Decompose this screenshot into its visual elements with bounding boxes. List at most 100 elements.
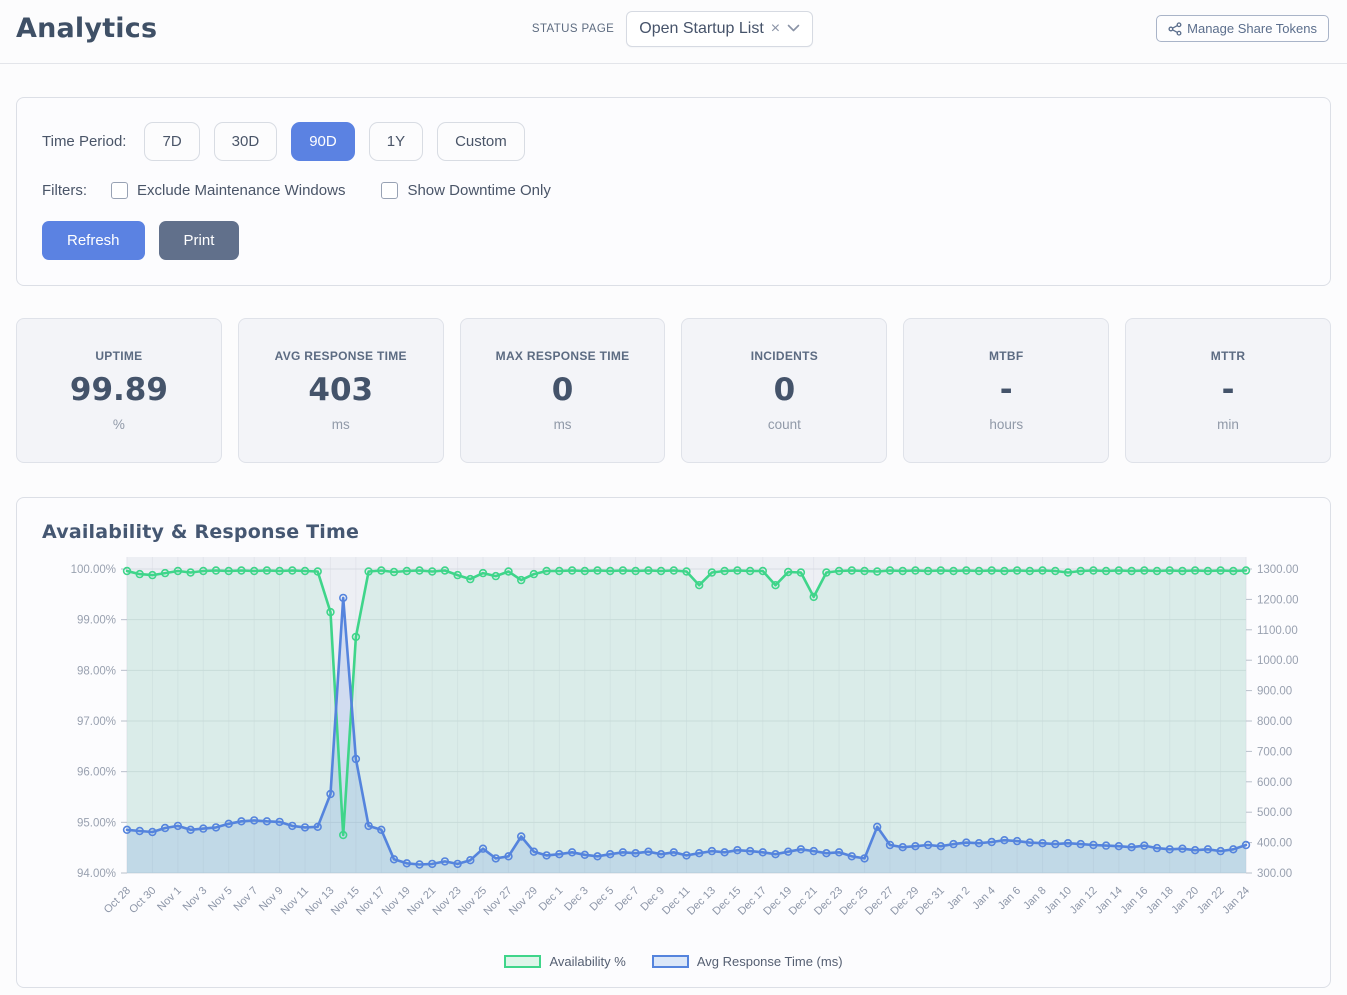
time-period-button-90d[interactable]: 90D [291, 122, 355, 161]
filter-panel: Time Period: 7D 30D 90D 1Y Custom Filter… [16, 97, 1331, 286]
status-page-label: STATUS PAGE [532, 23, 614, 35]
stat-label: MTTR [1211, 349, 1246, 363]
svg-text:Dec 5: Dec 5 [588, 885, 617, 914]
stat-label: UPTIME [95, 349, 142, 363]
svg-text:800.00: 800.00 [1257, 716, 1292, 728]
filters-label: Filters: [42, 182, 87, 199]
stat-label: MTBF [989, 349, 1024, 363]
chart-title: Availability & Response Time [42, 521, 1305, 543]
svg-text:Jan 10: Jan 10 [1042, 885, 1074, 917]
chart-svg: 94.00%95.00%96.00%97.00%98.00%99.00%100.… [42, 555, 1308, 947]
stat-unit: min [1217, 417, 1239, 432]
svg-text:Oct 28: Oct 28 [102, 885, 133, 916]
svg-text:700.00: 700.00 [1257, 746, 1292, 758]
svg-text:99.00%: 99.00% [77, 615, 116, 627]
checkbox-show-downtime[interactable]: Show Downtime Only [381, 182, 550, 199]
chart-legend: Availability % Avg Response Time (ms) [42, 954, 1305, 973]
chevron-down-icon [787, 24, 800, 33]
svg-text:Jan 20: Jan 20 [1169, 885, 1201, 917]
legend-label: Avg Response Time (ms) [697, 954, 843, 969]
svg-text:Jan 4: Jan 4 [970, 885, 998, 913]
share-icon [1168, 22, 1182, 36]
svg-text:Jan 6: Jan 6 [996, 885, 1024, 913]
svg-text:95.00%: 95.00% [77, 817, 116, 829]
stat-label: INCIDENTS [751, 349, 818, 363]
stat-card-avg-response: AVG RESPONSE TIME 403 ms [238, 318, 444, 463]
status-page-value: Open Startup List [639, 20, 764, 38]
svg-text:500.00: 500.00 [1257, 807, 1292, 819]
stat-unit: % [113, 417, 125, 432]
stat-value: - [1222, 372, 1235, 408]
svg-text:Nov 1: Nov 1 [155, 885, 184, 914]
svg-text:1000.00: 1000.00 [1257, 655, 1299, 667]
status-page-group: STATUS PAGE Open Startup List × [532, 11, 813, 47]
svg-text:Jan 16: Jan 16 [1119, 885, 1151, 917]
legend-item: Avg Response Time (ms) [652, 954, 843, 969]
stat-value: 0 [774, 372, 796, 408]
svg-text:Nov 7: Nov 7 [231, 885, 260, 914]
stat-card-incidents: INCIDENTS 0 count [681, 318, 887, 463]
checkbox-label: Exclude Maintenance Windows [137, 182, 345, 199]
stat-label: MAX RESPONSE TIME [496, 349, 630, 363]
clear-icon[interactable]: × [770, 21, 781, 37]
manage-share-tokens-button[interactable]: Manage Share Tokens [1156, 15, 1329, 42]
page-header: Analytics STATUS PAGE Open Startup List … [0, 0, 1347, 64]
svg-text:1100.00: 1100.00 [1257, 625, 1298, 637]
svg-text:Dec 31: Dec 31 [914, 885, 947, 918]
time-period-button-1y[interactable]: 1Y [369, 122, 423, 161]
stat-unit: count [768, 417, 801, 432]
svg-text:Oct 30: Oct 30 [127, 885, 158, 916]
legend-label: Availability % [549, 954, 625, 969]
stat-value: - [1000, 372, 1013, 408]
page-title: Analytics [16, 13, 157, 44]
svg-text:96.00%: 96.00% [77, 767, 116, 779]
time-period-button-30d[interactable]: 30D [214, 122, 278, 161]
legend-swatch-icon [504, 955, 541, 968]
chart-panel: Availability & Response Time 94.00% 95.00… [16, 497, 1331, 988]
availability-response-chart: 94.00%95.00%96.00%97.00%98.00%99.00%100.… [42, 555, 1305, 952]
time-period-label: Time Period: [42, 133, 126, 150]
svg-text:Nov 5: Nov 5 [206, 885, 235, 914]
checkbox-icon[interactable] [381, 182, 398, 199]
manage-share-tokens-label: Manage Share Tokens [1187, 21, 1317, 36]
svg-text:Jan 14: Jan 14 [1093, 885, 1125, 917]
svg-text:Jan 18: Jan 18 [1144, 885, 1176, 917]
svg-text:Dec 1: Dec 1 [537, 885, 566, 914]
svg-text:Jan 2: Jan 2 [945, 885, 973, 913]
svg-text:1200.00: 1200.00 [1257, 594, 1299, 606]
refresh-button[interactable]: Refresh [42, 221, 145, 260]
time-period-button-7d[interactable]: 7D [144, 122, 199, 161]
stat-value: 403 [308, 372, 373, 408]
svg-text:97.00%: 97.00% [77, 716, 116, 728]
svg-text:Dec 3: Dec 3 [562, 885, 591, 914]
stat-unit: ms [332, 417, 350, 432]
print-button[interactable]: Print [159, 221, 240, 260]
svg-text:300.00: 300.00 [1257, 868, 1292, 880]
legend-swatch-icon [652, 955, 689, 968]
svg-text:98.00%: 98.00% [77, 665, 116, 677]
status-page-select[interactable]: Open Startup List × [626, 11, 813, 47]
stat-value: 0 [552, 372, 574, 408]
svg-text:1300.00: 1300.00 [1257, 564, 1299, 576]
svg-text:400.00: 400.00 [1257, 838, 1292, 850]
svg-text:Dec 7: Dec 7 [613, 885, 642, 914]
svg-text:600.00: 600.00 [1257, 777, 1292, 789]
svg-text:94.00%: 94.00% [77, 868, 116, 880]
stat-unit: ms [554, 417, 572, 432]
stat-unit: hours [989, 417, 1023, 432]
svg-text:Jan 22: Jan 22 [1195, 885, 1227, 917]
checkbox-label: Show Downtime Only [407, 182, 550, 199]
svg-text:Jan 24: Jan 24 [1220, 885, 1252, 917]
legend-item: Availability % [504, 954, 625, 969]
stat-value: 99.89 [70, 372, 168, 408]
svg-text:Nov 3: Nov 3 [181, 885, 210, 914]
stat-card-mtbf: MTBF - hours [903, 318, 1109, 463]
time-period-button-custom[interactable]: Custom [437, 122, 525, 161]
stat-card-uptime: UPTIME 99.89 % [16, 318, 222, 463]
stat-label: AVG RESPONSE TIME [275, 349, 407, 363]
stat-card-mttr: MTTR - min [1125, 318, 1331, 463]
svg-text:Nov 29: Nov 29 [507, 885, 540, 918]
stat-card-max-response: MAX RESPONSE TIME 0 ms [460, 318, 666, 463]
checkbox-icon[interactable] [111, 182, 128, 199]
checkbox-exclude-maintenance[interactable]: Exclude Maintenance Windows [111, 182, 345, 199]
